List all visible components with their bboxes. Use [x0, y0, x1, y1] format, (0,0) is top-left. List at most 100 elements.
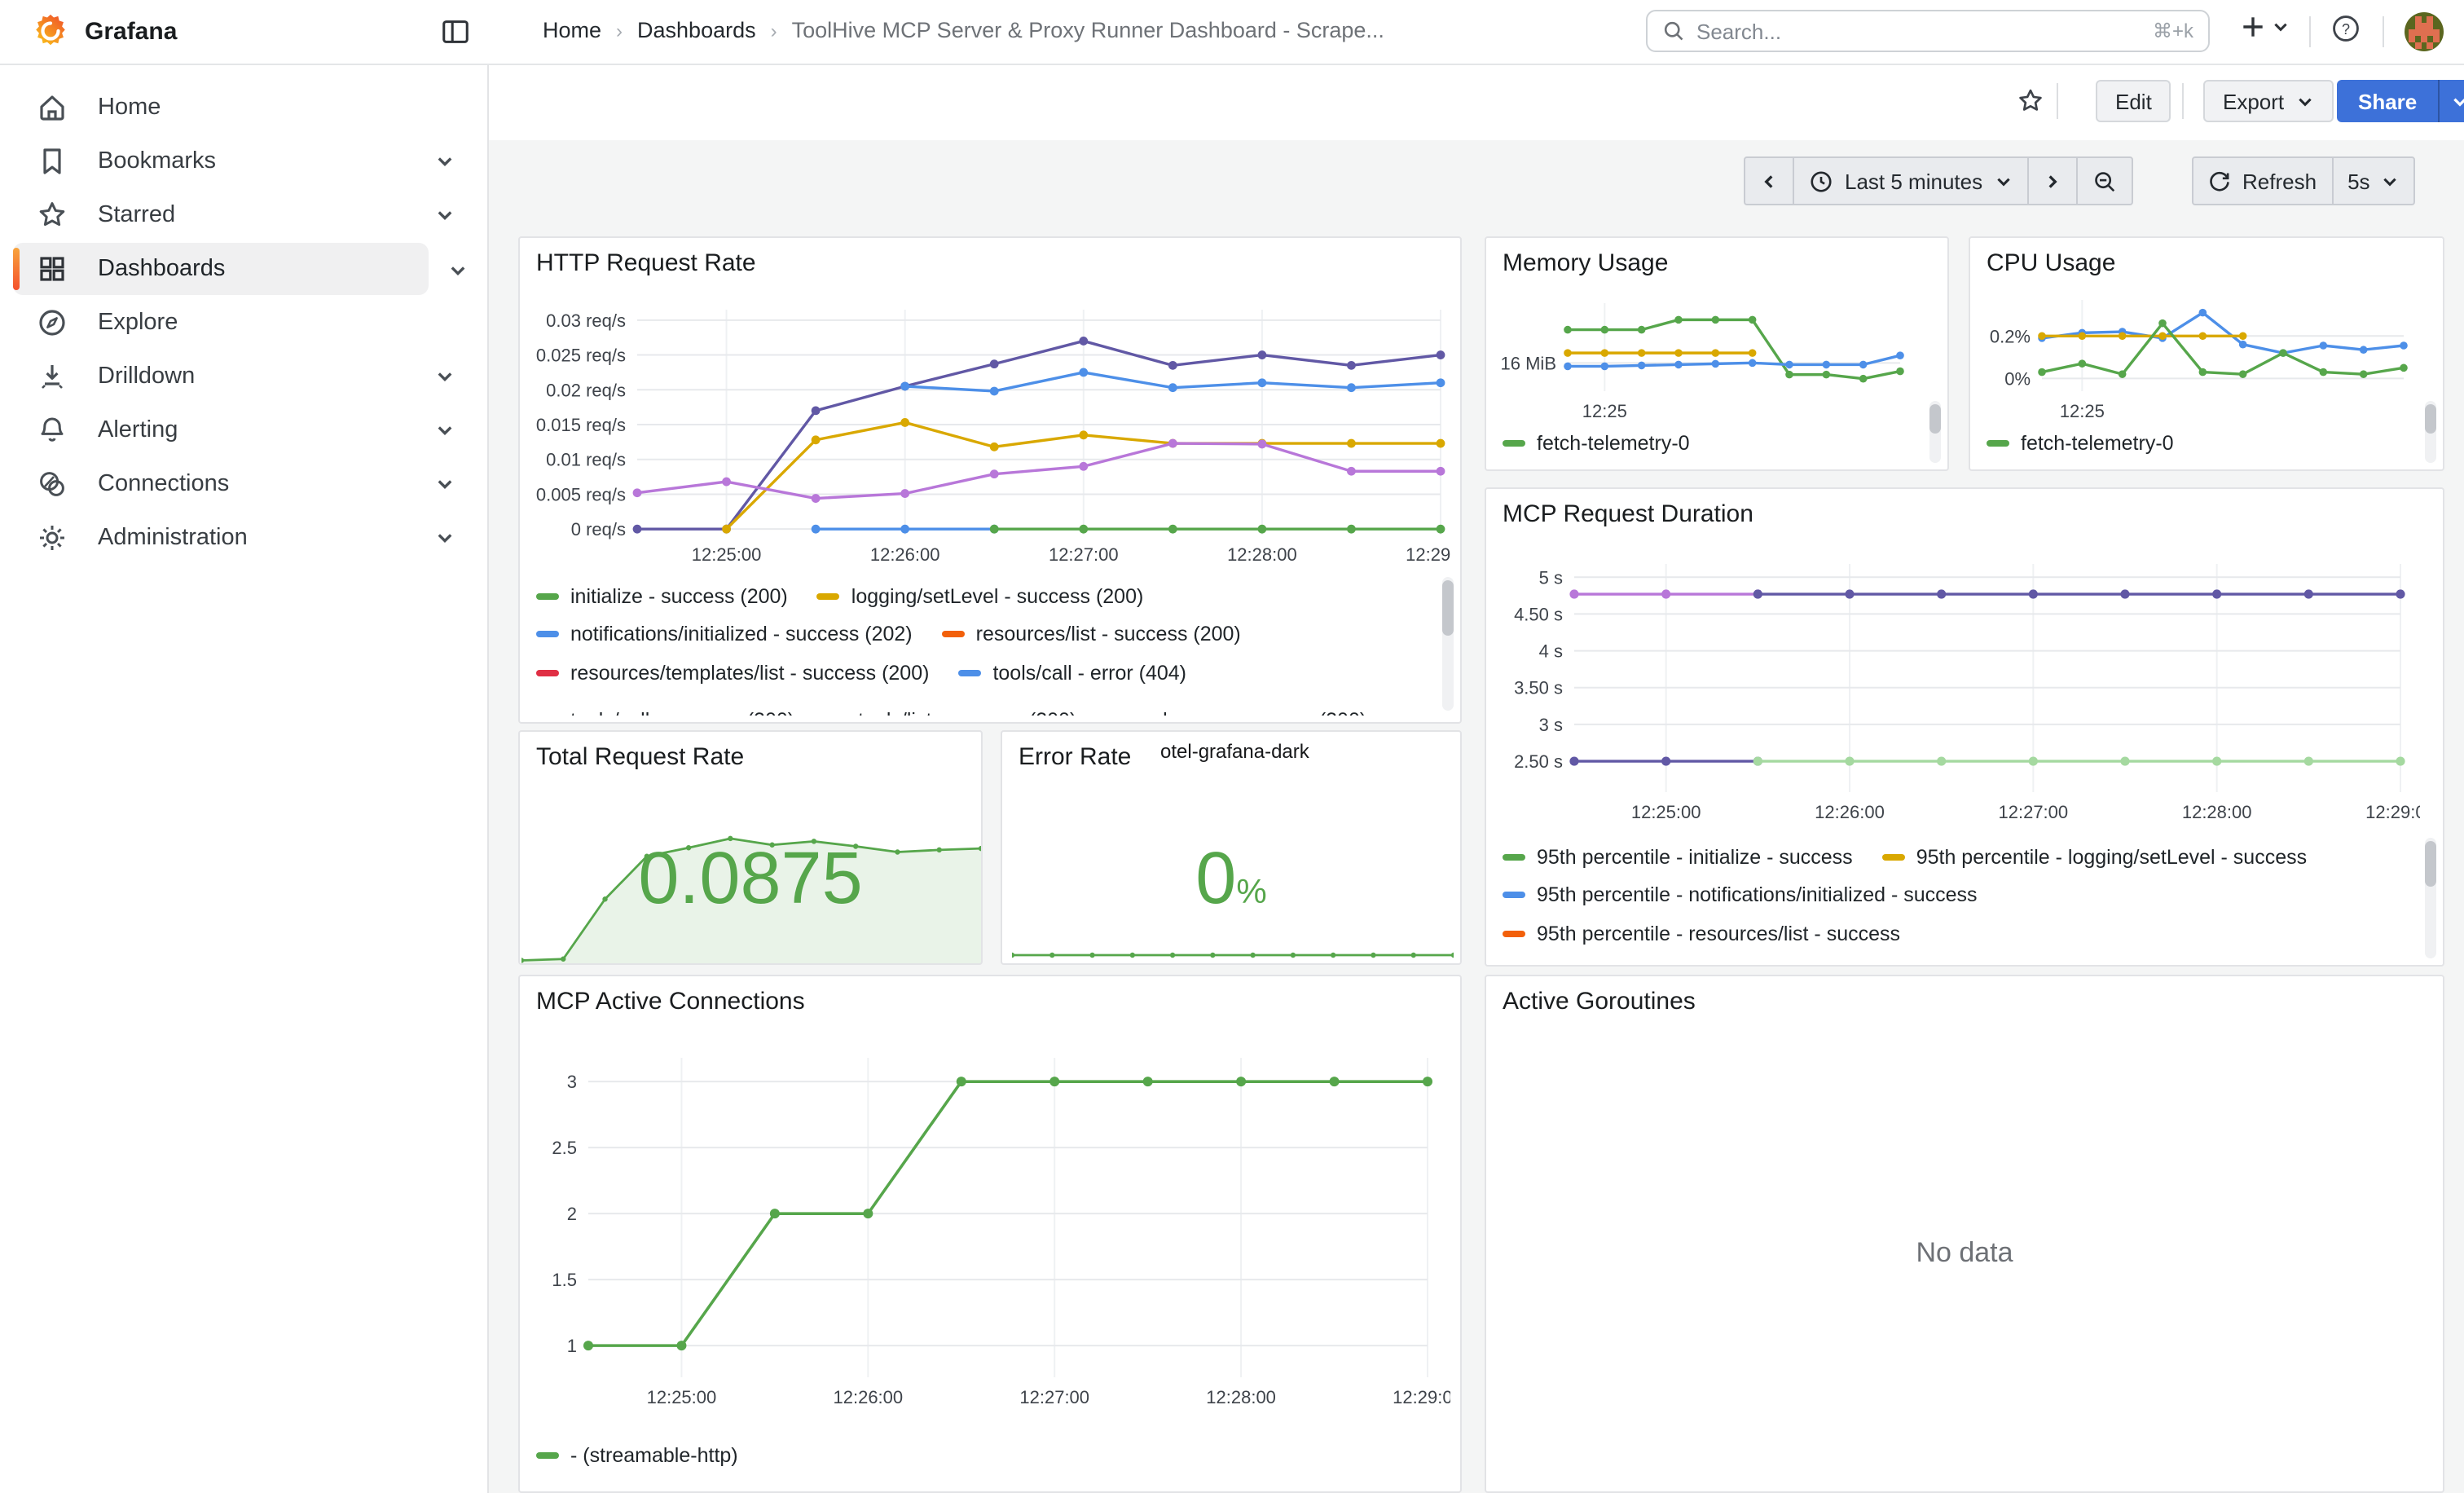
sidebar-item-connections[interactable]: Connections: [13, 458, 474, 510]
legend-label: resources/templates/list - success (200): [570, 662, 929, 685]
legend-label: unknown - success (200): [1140, 710, 1366, 716]
plus-icon: [2239, 13, 2267, 41]
svg-text:12:27:00: 12:27:00: [1999, 802, 2069, 822]
legend-item[interactable]: resources/templates/list - success (200): [536, 662, 929, 685]
http-legend: initialize - success (200) logging/setLe…: [536, 577, 1424, 716]
breadcrumb-home[interactable]: Home: [543, 18, 601, 42]
sidebar-item-label: Dashboards: [98, 256, 225, 282]
sidebar-item-alerting[interactable]: Alerting: [13, 404, 474, 456]
legend-item[interactable]: fetch-telemetry-0: [1987, 432, 2174, 455]
legend-item[interactable]: initialize - success (200): [536, 585, 788, 608]
zoom-out-icon: [2092, 169, 2116, 193]
chevron-down-icon[interactable]: [435, 528, 455, 548]
sidebar-item-label: Drilldown: [98, 363, 195, 390]
panel-mcp-active-connections: MCP Active Connections 12:25:0012:26:001…: [518, 975, 1462, 1493]
panel-title[interactable]: Error Rate: [1019, 743, 1131, 771]
svg-text:0.01 req/s: 0.01 req/s: [546, 450, 626, 470]
user-avatar[interactable]: [2404, 11, 2444, 52]
legend-scrollbar[interactable]: [1442, 577, 1454, 711]
refresh-button[interactable]: Refresh: [2192, 156, 2333, 205]
sidebar-item-dashboards[interactable]: Dashboards: [13, 243, 429, 295]
legend-item[interactable]: unknown - success (200): [1106, 710, 1366, 716]
mcp-request-duration-chart[interactable]: 12:25:0012:26:0012:27:0012:28:0012:29:00…: [1499, 548, 2420, 835]
panel-title[interactable]: CPU Usage: [1987, 249, 2115, 277]
legend-item[interactable]: 95th percentile - resources/list - succe…: [1503, 923, 1900, 945]
scrollbar-thumb[interactable]: [1929, 404, 1941, 434]
chevron-down-icon[interactable]: [435, 152, 455, 171]
scrollbar-thumb[interactable]: [2425, 404, 2436, 434]
panel-title[interactable]: Total Request Rate: [536, 743, 744, 771]
edit-button-label: Edit: [2115, 89, 2152, 113]
legend-item[interactable]: 95th percentile - logging/setLevel - suc…: [1882, 846, 2307, 869]
svg-text:2: 2: [567, 1204, 577, 1224]
scrollbar-thumb[interactable]: [2425, 841, 2436, 887]
mcp-active-connections-chart[interactable]: 12:25:0012:26:0012:27:0012:28:0012:29:00…: [533, 1035, 1450, 1423]
chevron-down-icon[interactable]: [435, 421, 455, 440]
share-button-label: Share: [2358, 89, 2417, 113]
refresh-interval-picker[interactable]: 5s: [2331, 156, 2415, 205]
sidebar-item-administration[interactable]: Administration: [13, 512, 474, 564]
legend-item[interactable]: 95th percentile - initialize - success: [1503, 846, 1853, 869]
legend-item[interactable]: notifications/initialized - success (202…: [536, 623, 913, 646]
cpu-usage-chart[interactable]: 12:250.2%0%: [1980, 293, 2423, 417]
breadcrumb-dashboards[interactable]: Dashboards: [637, 18, 756, 42]
app-title: Grafana: [85, 18, 177, 46]
panel-title[interactable]: MCP Active Connections: [536, 988, 805, 1015]
time-shift-forward-button[interactable]: [2026, 156, 2077, 205]
error-rate-sparkline[interactable]: [1012, 940, 1454, 960]
memory-usage-chart[interactable]: 12:2516 MiB: [1496, 293, 1916, 417]
legend-item[interactable]: tools/call - success (200): [536, 710, 794, 716]
legend-scrollbar[interactable]: [2425, 838, 2436, 958]
legend-item[interactable]: - (streamable-http): [536, 1444, 738, 1467]
svg-text:4 s: 4 s: [1539, 641, 1563, 662]
series-color-swatch: [536, 632, 559, 638]
http-request-rate-chart[interactable]: 12:25:0012:26:0012:27:0012:28:0012:29:00…: [533, 297, 1450, 577]
error-rate-number: 0: [1195, 836, 1236, 919]
chevron-down-icon: [2272, 18, 2290, 36]
legend-item[interactable]: fetch-telemetry-0: [1503, 432, 1690, 455]
series-color-swatch: [1503, 892, 1525, 899]
svg-text:0%: 0%: [2004, 368, 2031, 389]
share-dropdown-button[interactable]: [2438, 80, 2464, 122]
add-button[interactable]: [2239, 13, 2290, 41]
sidebar-toggle-icon[interactable]: [440, 16, 471, 47]
legend-item[interactable]: resources/list - success (200): [942, 623, 1241, 646]
help-button[interactable]: ?: [2330, 13, 2361, 44]
time-shift-back-button[interactable]: [1744, 156, 1794, 205]
chevron-down-icon[interactable]: [448, 261, 468, 280]
share-button[interactable]: Share: [2337, 80, 2438, 122]
edit-button[interactable]: Edit: [2096, 80, 2171, 122]
time-range-picker[interactable]: Last 5 minutes: [1793, 156, 2028, 205]
panel-title[interactable]: Memory Usage: [1503, 249, 1668, 277]
panel-title[interactable]: Active Goroutines: [1503, 988, 1696, 1015]
legend-item[interactable]: 95th percentile - notifications/initiali…: [1503, 884, 1978, 907]
series-color-swatch: [1503, 854, 1525, 861]
search-input[interactable]: Search... ⌘+k: [1646, 10, 2210, 52]
zoom-out-button[interactable]: [2075, 156, 2132, 205]
export-button[interactable]: Export: [2203, 80, 2333, 122]
sidebar-item-starred[interactable]: Starred: [13, 189, 474, 241]
svg-text:0 req/s: 0 req/s: [571, 519, 626, 540]
legend-scrollbar[interactable]: [1929, 401, 1941, 463]
chevron-down-icon[interactable]: [435, 205, 455, 225]
grafana-logo-icon[interactable]: [33, 13, 68, 49]
sidebar-item-explore[interactable]: Explore: [13, 297, 474, 349]
dashboard-canvas: Last 5 minutes Refresh: [487, 140, 2464, 1493]
legend-label: tools/call - error (404): [992, 662, 1186, 685]
legend-label: tools/call - success (200): [570, 710, 794, 716]
sidebar-item-bookmarks[interactable]: Bookmarks: [13, 135, 474, 187]
sidebar-item-drilldown[interactable]: Drilldown: [13, 350, 474, 403]
favorite-star-icon[interactable]: [2016, 86, 2045, 116]
legend-item[interactable]: tools/call - error (404): [958, 662, 1186, 685]
panel-title[interactable]: HTTP Request Rate: [536, 249, 756, 277]
sidebar-item-home[interactable]: Home: [13, 81, 474, 134]
svg-text:12:29:00: 12:29:00: [1393, 1387, 1450, 1407]
legend-scrollbar[interactable]: [2425, 401, 2436, 463]
panel-title[interactable]: MCP Request Duration: [1503, 500, 1753, 528]
chevron-down-icon: [2295, 92, 2313, 110]
chevron-down-icon[interactable]: [435, 474, 455, 494]
legend-item[interactable]: logging/setLevel - success (200): [817, 585, 1144, 608]
legend-item[interactable]: tools/list - success (200): [824, 710, 1076, 716]
scrollbar-thumb[interactable]: [1442, 580, 1454, 636]
chevron-down-icon[interactable]: [435, 367, 455, 386]
